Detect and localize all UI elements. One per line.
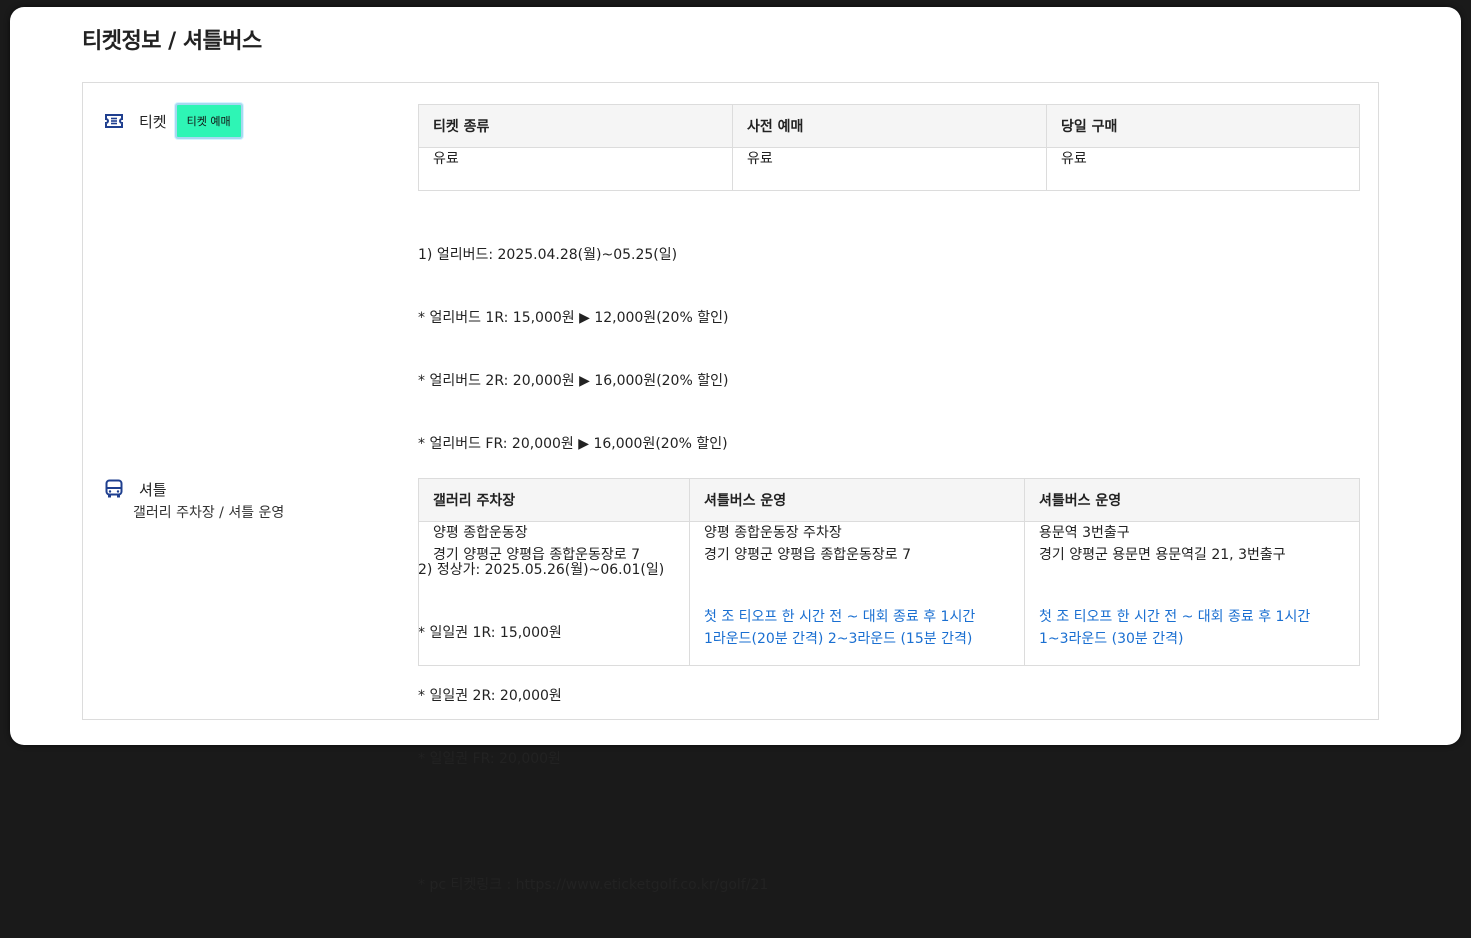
info-card: 티켓 티켓 예매 티켓 종류 사전 예매 당일 구매 유료 유료 유료 1) 얼… bbox=[82, 82, 1379, 893]
table-row: 양평 종합운동장 경기 양평군 양평읍 종합운동장로 7 양평 종합운동장 주차… bbox=[418, 521, 1360, 666]
schedule-note: 첫 조 티오프 한 시간 전 ~ 대회 종료 후 1시간 bbox=[1039, 609, 1311, 625]
location-address: 경기 양평군 용문면 용문역길 21, 3번출구 bbox=[1039, 547, 1286, 563]
shuttle-cell-station: 용문역 3번출구 경기 양평군 용문면 용문역길 21, 3번출구 첫 조 티오… bbox=[1024, 521, 1360, 666]
ticket-table-header: 당일 구매 bbox=[1046, 104, 1360, 148]
ticket-table-cell: 유료 bbox=[418, 147, 733, 191]
location-address: 경기 양평군 양평읍 종합운동장로 7 bbox=[704, 547, 912, 563]
shuttle-table-header-row: 갤러리 주차장 셔틀버스 운영 셔틀버스 운영 bbox=[418, 478, 1360, 522]
shuttle-table-header: 셔틀버스 운영 bbox=[689, 478, 1025, 522]
ticket-table-header-row: 티켓 종류 사전 예매 당일 구매 bbox=[418, 104, 1360, 148]
note-line: * 일일권 2R: 20,000원 bbox=[418, 688, 562, 704]
ticket-table-header: 티켓 종류 bbox=[418, 104, 733, 148]
ticketlink-url[interactable]: * pc 티켓링크 : https://www.eticketgolf.co.k… bbox=[418, 875, 768, 896]
page-frame: 티켓정보 / 셔틀버스 티켓 티켓 예매 티켓 종류 사전 예매 당일 구매 유… bbox=[10, 7, 1461, 893]
note-line: 1) 얼리버드: 2025.04.28(월)~05.25(일) bbox=[418, 247, 678, 263]
ticket-label: 티켓 bbox=[139, 112, 167, 131]
note-line: * 일일권 FR: 20,000원 bbox=[418, 751, 561, 767]
ticket-section-label: 티켓 티켓 예매 bbox=[105, 103, 243, 139]
table-row: 유료 유료 유료 bbox=[418, 147, 1360, 191]
shuttle-label: 셔틀 bbox=[139, 481, 167, 499]
schedule-note: 첫 조 티오프 한 시간 전 ~ 대회 종료 후 1시간 bbox=[704, 609, 976, 625]
location-name: 양평 종합운동장 주차장 bbox=[704, 525, 842, 541]
shuttle-sublabel: 갤러리 주차장 / 셔틀 운영 bbox=[133, 505, 285, 521]
page-title: 티켓정보 / 셔틀버스 bbox=[82, 29, 262, 54]
shuttle-cell-parking: 양평 종합운동장 경기 양평군 양평읍 종합운동장로 7 bbox=[418, 521, 690, 666]
shuttle-section-label: 셔틀 bbox=[105, 479, 167, 500]
shuttle-cell-stadium: 양평 종합운동장 주차장 경기 양평군 양평읍 종합운동장로 7 첫 조 티오프… bbox=[689, 521, 1025, 666]
ticket-icon bbox=[105, 114, 123, 128]
ticket-table-cell: 유료 bbox=[732, 147, 1047, 191]
note-line bbox=[418, 812, 768, 833]
shuttle-table-header: 셔틀버스 운영 bbox=[1024, 478, 1360, 522]
note-line: * 얼리버드 2R: 20,000원 ▶ 16,000원(20% 할인) bbox=[418, 373, 729, 389]
location-address: 경기 양평군 양평읍 종합운동장로 7 bbox=[433, 547, 641, 563]
ticket-table: 티켓 종류 사전 예매 당일 구매 유료 유료 유료 bbox=[418, 104, 1360, 191]
ticket-table-cell: 유료 bbox=[1046, 147, 1360, 191]
bus-icon bbox=[105, 479, 123, 499]
shuttle-table: 갤러리 주차장 셔틀버스 운영 셔틀버스 운영 양평 종합운동장 경기 양평군 … bbox=[418, 478, 1360, 666]
ticket-table-header: 사전 예매 bbox=[732, 104, 1047, 148]
location-name: 양평 종합운동장 bbox=[433, 525, 528, 541]
ticket-buy-button[interactable]: 티켓 예매 bbox=[174, 103, 243, 139]
schedule-interval: 1라운드(20분 간격) 2~3라운드 (15분 간격) bbox=[704, 631, 973, 647]
location-name: 용문역 3번출구 bbox=[1039, 525, 1130, 541]
schedule-interval: 1~3라운드 (30분 간격) bbox=[1039, 631, 1184, 647]
shuttle-table-header: 갤러리 주차장 bbox=[418, 478, 690, 522]
note-line: * 얼리버드 FR: 20,000원 ▶ 16,000원(20% 할인) bbox=[418, 436, 728, 452]
note-line: * 얼리버드 1R: 15,000원 ▶ 12,000원(20% 할인) bbox=[418, 310, 729, 326]
